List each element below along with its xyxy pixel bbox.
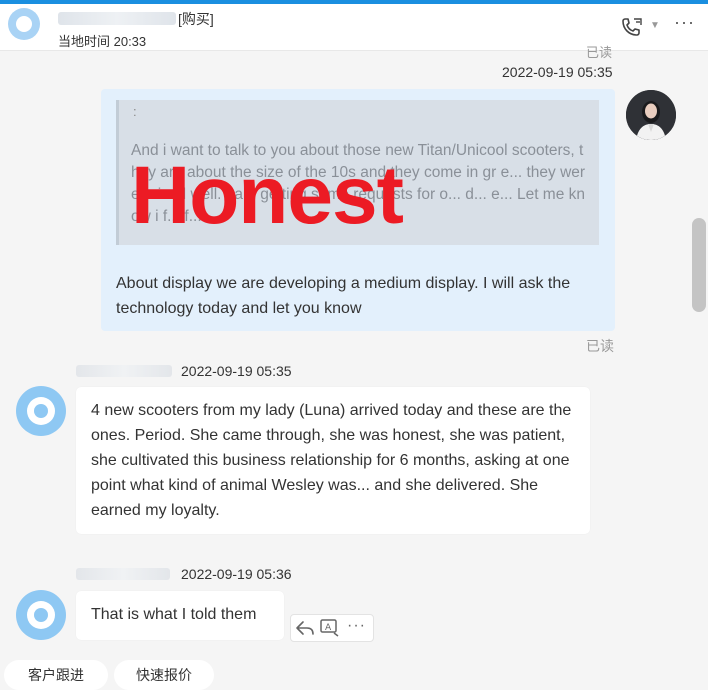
message-timestamp: 2022-09-19 05:36 [181,566,292,582]
more-options-icon[interactable]: ··· [674,12,695,33]
read-status-top: 已读 [586,45,613,60]
message-action-bar: A ··· [290,614,374,642]
outgoing-message-text: About display we are developing a medium… [116,275,571,317]
my-avatar[interactable] [626,90,676,140]
customer-avatar[interactable] [16,386,66,436]
more-actions-icon[interactable]: ··· [347,617,366,635]
avatar-dot-icon [34,608,48,622]
sender-name-redacted [76,365,172,377]
svg-text:A: A [325,623,332,633]
incoming-message-text: 4 new scooters from my lady (Luna) arriv… [91,402,572,519]
quote-sender: : [133,104,137,119]
reply-icon[interactable] [294,618,316,638]
incoming-message-bubble[interactable]: That is what I told them [76,591,284,640]
chevron-down-icon[interactable]: ▼ [650,20,660,31]
contact-tag: [购买] [178,11,214,27]
contact-avatar[interactable] [8,8,40,40]
customer-followup-button[interactable]: 客户跟进 [4,660,108,690]
avatar-dot-icon [34,404,48,418]
incoming-message-text: That is what I told them [91,606,257,623]
message-timestamp: 2022-09-19 05:35 [181,363,292,379]
vertical-scrollbar[interactable] [692,218,706,312]
incoming-message-bubble[interactable]: 4 new scooters from my lady (Luna) arriv… [76,387,590,534]
message-timestamp: 2022-09-19 05:35 [502,64,613,80]
local-time: 当地时间 20:33 [58,34,147,49]
user-photo-icon [626,90,676,140]
translate-icon[interactable]: A [319,618,341,638]
read-status: 已读 [586,338,614,354]
customer-avatar[interactable] [16,590,66,640]
quick-quote-button[interactable]: 快速报价 [114,660,214,690]
sender-name-redacted [76,568,170,580]
honest-overlay-text: Honest [131,150,404,241]
phone-call-icon[interactable] [620,16,644,38]
contact-name-redacted [58,12,176,25]
